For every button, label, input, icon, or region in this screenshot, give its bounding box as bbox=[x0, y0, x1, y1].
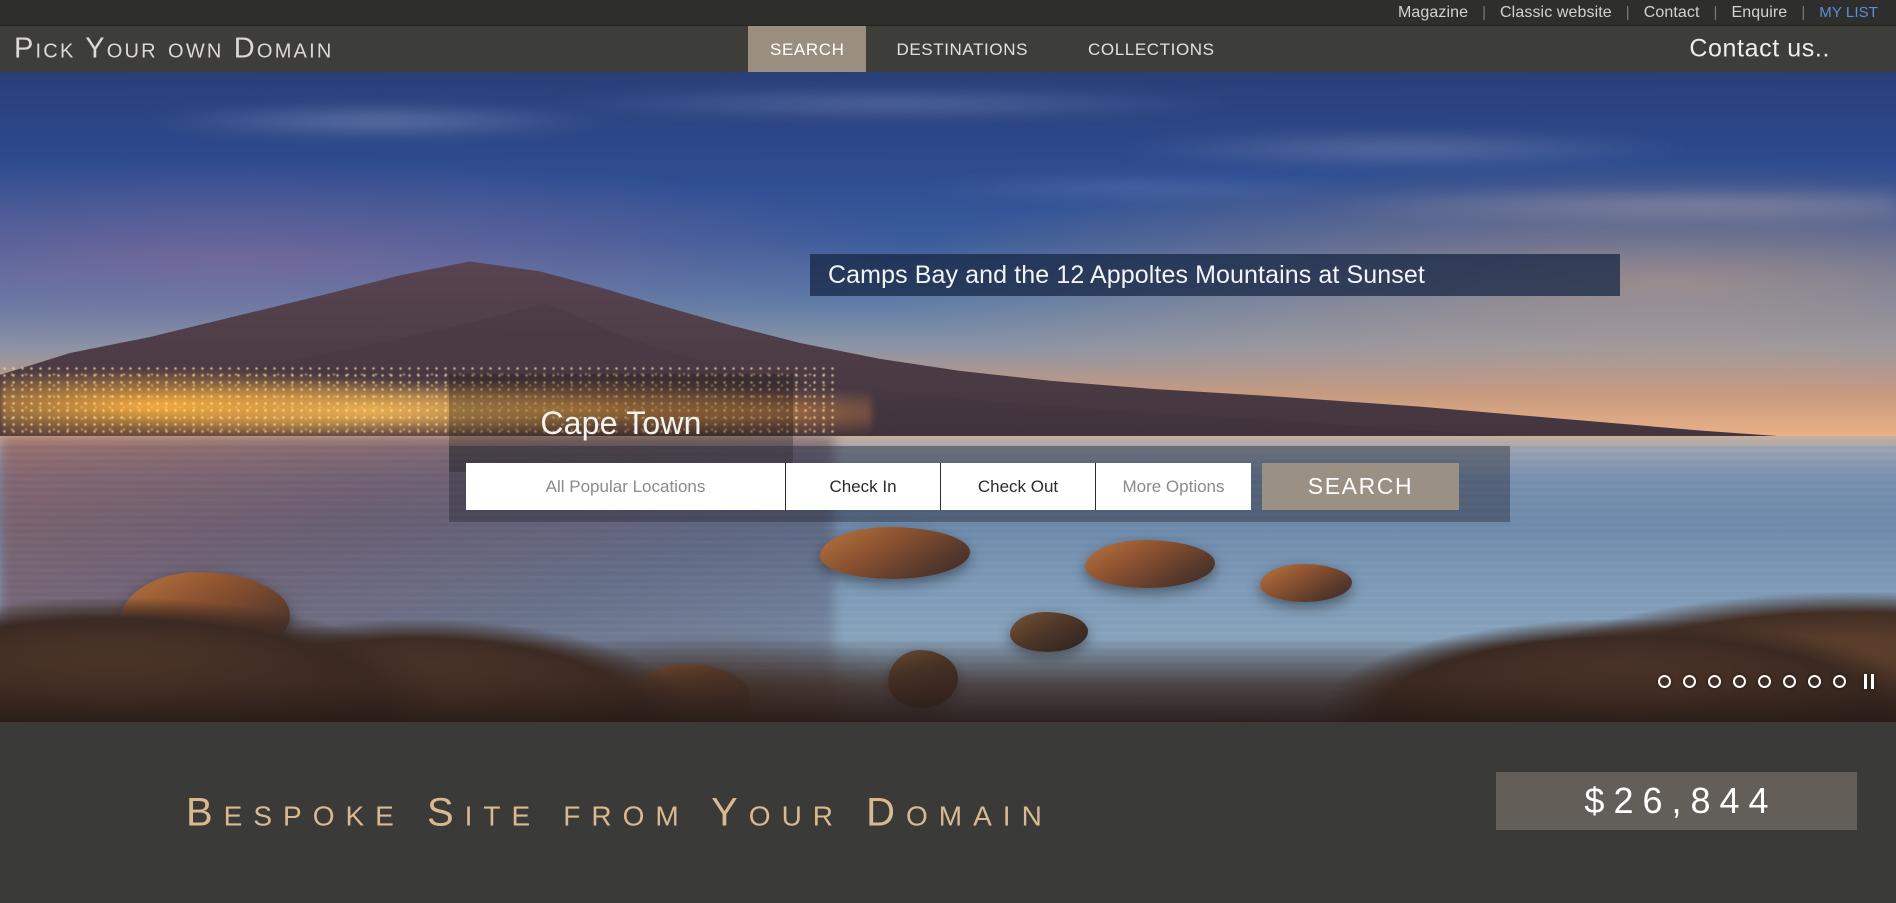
carousel-pause-icon[interactable] bbox=[1863, 674, 1874, 689]
search-checkout-input[interactable]: Check Out bbox=[941, 463, 1096, 510]
search-more-options-input[interactable]: More Options bbox=[1096, 463, 1251, 510]
topbar-separator: | bbox=[1801, 4, 1806, 21]
topbar-separator: | bbox=[1713, 4, 1718, 21]
foreground-shadow bbox=[0, 637, 1896, 722]
main-navigation-bar: Pick Your own Domain SEARCH DESTINATIONS… bbox=[0, 25, 1896, 73]
topbar-link-my-list[interactable]: MY LIST bbox=[1819, 4, 1878, 21]
search-submit-button[interactable]: SEARCH bbox=[1262, 463, 1459, 510]
carousel-dot[interactable] bbox=[1707, 675, 1721, 688]
nav-tab-destinations[interactable]: DESTINATIONS bbox=[866, 26, 1058, 73]
nav-tab-collections[interactable]: COLLECTIONS bbox=[1058, 26, 1245, 73]
topbar-link-enquire[interactable]: Enquire bbox=[1731, 4, 1787, 22]
carousel-dot[interactable] bbox=[1782, 675, 1796, 688]
search-more-options-label: More Options bbox=[1122, 476, 1225, 496]
hero-caption-banner: Camps Bay and the 12 Appoltes Mountains … bbox=[810, 254, 1620, 296]
carousel-controls bbox=[1657, 674, 1874, 689]
topbar-link-classic-website[interactable]: Classic website bbox=[1500, 4, 1612, 22]
search-widget: All Popular Locations Check In Check Out… bbox=[466, 463, 1459, 510]
page-root: Magazine | Classic website | Contact | E… bbox=[0, 0, 1896, 903]
carousel-dot[interactable] bbox=[1832, 675, 1846, 688]
search-checkin-input[interactable]: Check In bbox=[786, 463, 941, 510]
carousel-dot[interactable] bbox=[1732, 675, 1746, 688]
topbar-separator: | bbox=[1482, 4, 1487, 21]
carousel-dot[interactable] bbox=[1807, 675, 1821, 688]
search-location-value: All Popular Locations bbox=[545, 476, 706, 496]
topbar-link-magazine[interactable]: Magazine bbox=[1398, 4, 1468, 22]
price-value: $26,844 bbox=[1584, 780, 1778, 821]
primary-nav-items: SEARCH DESTINATIONS COLLECTIONS bbox=[748, 26, 1245, 73]
hero-photo-camps-bay bbox=[0, 72, 1896, 722]
nav-tab-search[interactable]: SEARCH bbox=[748, 26, 867, 73]
price-badge: $26,844 bbox=[1496, 772, 1857, 830]
search-checkin-label: Check In bbox=[829, 476, 897, 496]
top-utility-bar: Magazine | Classic website | Contact | E… bbox=[0, 0, 1896, 25]
search-location-input[interactable]: All Popular Locations bbox=[466, 463, 786, 510]
contact-us-link[interactable]: Contact us.. bbox=[1689, 35, 1830, 64]
top-utility-links: Magazine | Classic website | Contact | E… bbox=[1398, 4, 1878, 22]
carousel-dot[interactable] bbox=[1682, 675, 1696, 688]
destination-name: Cape Town bbox=[540, 404, 702, 441]
carousel-dot[interactable] bbox=[1757, 675, 1771, 688]
site-brand-title: Pick Your own Domain bbox=[14, 32, 334, 65]
hero-banner: Camps Bay and the 12 Appoltes Mountains … bbox=[0, 72, 1896, 722]
search-checkout-label: Check Out bbox=[977, 476, 1059, 496]
carousel-dot[interactable] bbox=[1657, 675, 1671, 688]
footer-tagline: Bespoke Site from Your Domain bbox=[186, 790, 1053, 834]
topbar-separator: | bbox=[1625, 4, 1630, 21]
hero-caption-text: Camps Bay and the 12 Appoltes Mountains … bbox=[828, 260, 1425, 289]
topbar-link-contact[interactable]: Contact bbox=[1644, 4, 1700, 22]
